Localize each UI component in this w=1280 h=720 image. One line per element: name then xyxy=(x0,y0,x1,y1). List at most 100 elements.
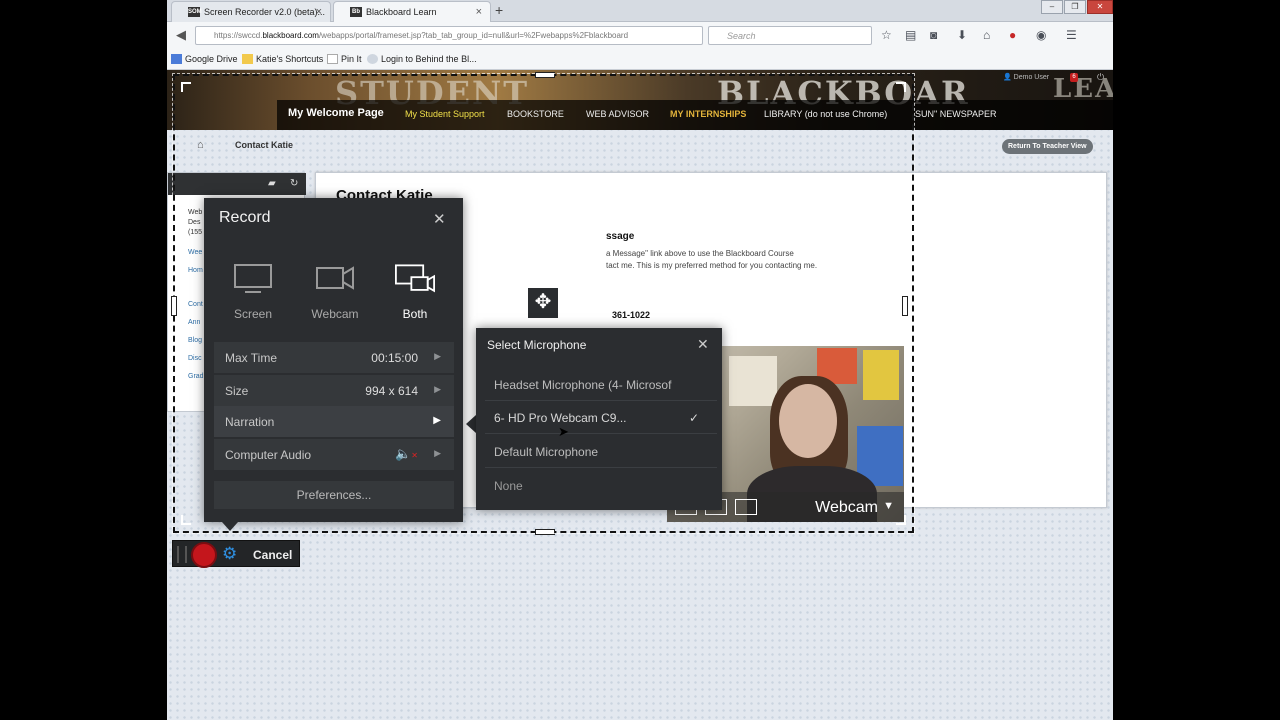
tab-close-icon[interactable]: × xyxy=(476,6,482,18)
restore-icon[interactable]: ❐ xyxy=(1064,0,1086,14)
bookmark-google-drive[interactable]: Google Drive xyxy=(171,54,238,64)
extension-icon[interactable]: ◉ xyxy=(1036,28,1046,42)
tab-blackboard-learn[interactable]: Bb Blackboard Learn × xyxy=(333,1,491,22)
user-menu[interactable]: 👤 Demo User xyxy=(1003,73,1049,81)
mode-screen[interactable]: Screen xyxy=(213,242,293,322)
corner-handle[interactable] xyxy=(181,82,191,92)
bookmark-label: Google Drive xyxy=(185,54,238,64)
minimize-icon[interactable]: – xyxy=(1041,0,1063,14)
menu-sun-newspaper[interactable]: SUN" NEWSPAPER xyxy=(915,109,997,119)
bookmark-label: Login to Behind the Bl... xyxy=(381,54,477,64)
corner-handle[interactable] xyxy=(896,82,906,92)
bookmark-pin-it[interactable]: Pin It xyxy=(327,54,362,64)
mic-option-label: Default Microphone xyxy=(494,445,599,459)
reading-list-icon[interactable]: ▤ xyxy=(905,28,916,42)
search-placeholder: Search xyxy=(727,31,756,41)
select-microphone-popup: Select Microphone ✕ Headset Microphone (… xyxy=(476,328,722,510)
setting-label: Max Time xyxy=(225,351,278,365)
bookmark-label: Katie's Shortcuts xyxy=(256,54,324,64)
size-setting[interactable]: Size 994 x 614 ▶ xyxy=(214,375,454,406)
folder-icon xyxy=(242,54,253,64)
mic-popup-pointer xyxy=(466,415,476,433)
tab-label: Screen Recorder v2.0 (beta)... xyxy=(204,7,326,17)
browser-navbar: ◀ https://swccd.blackboard.com/webapps/p… xyxy=(167,22,1113,49)
mode-webcam[interactable]: Webcam xyxy=(295,242,375,322)
window-close-icon[interactable]: ✕ xyxy=(1087,0,1113,14)
url-bar[interactable]: https://swccd.blackboard.com/webapps/por… xyxy=(195,26,703,45)
browser-tabbar: SOM Screen Recorder v2.0 (beta)... × Bb … xyxy=(167,0,1113,22)
cancel-button[interactable]: Cancel xyxy=(253,548,292,562)
setting-value: 994 x 614 xyxy=(365,384,418,398)
recorder-controls: ⚙ Cancel xyxy=(172,540,300,568)
speaker-muted-icon: 🔈✕ xyxy=(395,446,418,461)
url-path: /webapps/portal/frameset.jsp?tab_tab_gro… xyxy=(318,31,629,40)
mode-both[interactable]: Both xyxy=(375,242,455,322)
gear-icon[interactable]: ⚙ xyxy=(222,544,237,564)
screen-and-webcam-icon xyxy=(395,264,435,293)
resize-handle-bottom[interactable] xyxy=(535,529,555,535)
max-time-setting[interactable]: Max Time 00:15:00 ▶ xyxy=(214,342,454,373)
mic-option-hd-pro-webcam[interactable]: 6- HD Pro Webcam C9... ✓ xyxy=(485,401,717,434)
close-icon[interactable]: ✕ xyxy=(697,336,709,353)
url-prefix: https://swccd. xyxy=(214,31,263,40)
chevron-right-icon: ▶ xyxy=(434,448,441,458)
mode-label: Screen xyxy=(233,307,273,321)
new-tab-icon[interactable]: + xyxy=(495,2,503,18)
setting-label: Size xyxy=(225,384,249,398)
page-icon xyxy=(327,54,338,64)
resize-handle-left[interactable] xyxy=(171,296,177,316)
pinterest-icon[interactable]: ● xyxy=(1009,28,1016,42)
chevron-right-icon: ▶ xyxy=(434,384,441,394)
mic-option-default[interactable]: Default Microphone xyxy=(485,435,717,468)
narration-setting[interactable]: Narration ▶ xyxy=(214,406,454,437)
layout-icon[interactable] xyxy=(735,499,757,515)
return-to-teacher-view-button[interactable]: Return To Teacher View xyxy=(1002,139,1093,154)
bookmark-katies-shortcuts[interactable]: Katie's Shortcuts xyxy=(242,54,323,64)
record-panel-pointer xyxy=(222,522,238,531)
pocket-icon[interactable]: ◙ xyxy=(930,28,937,42)
computer-audio-setting[interactable]: Computer Audio 🔈✕ ▶ xyxy=(214,439,454,470)
blackboard-favicon-icon: Bb xyxy=(350,7,362,17)
monitor-icon xyxy=(234,264,272,293)
star-icon[interactable]: ☆ xyxy=(881,28,892,42)
download-icon[interactable]: ⬇ xyxy=(957,28,967,42)
video-camera-icon xyxy=(316,266,354,290)
record-panel-title: Record xyxy=(219,209,271,226)
wall-art xyxy=(729,356,777,406)
bookmark-label: Pin It xyxy=(341,54,362,64)
mode-label: Both xyxy=(402,307,428,321)
bookmark-login-behind[interactable]: Login to Behind the Bl... xyxy=(367,54,477,64)
home-icon[interactable]: ⌂ xyxy=(983,28,990,42)
tab-label: Blackboard Learn xyxy=(366,7,437,17)
checkmark-icon: ✓ xyxy=(688,411,699,425)
back-icon[interactable]: ◀ xyxy=(176,27,186,43)
user-name: Demo User xyxy=(1013,74,1050,81)
search-input[interactable]: Search xyxy=(708,26,872,45)
mic-option-headset[interactable]: Headset Microphone (4- Microsof xyxy=(485,368,717,401)
tab-close-icon[interactable]: × xyxy=(316,6,322,18)
resize-handle-right[interactable] xyxy=(902,296,908,316)
tab-screen-recorder[interactable]: SOM Screen Recorder v2.0 (beta)... × xyxy=(171,1,331,22)
chevron-down-icon[interactable]: ▼ xyxy=(883,500,894,512)
drag-grip-icon[interactable] xyxy=(177,546,187,563)
google-drive-icon xyxy=(171,54,182,64)
mode-label: Webcam xyxy=(311,307,359,321)
preferences-button[interactable]: Preferences... xyxy=(214,481,454,509)
url-domain: blackboard.com xyxy=(262,31,319,40)
power-icon[interactable]: ⏻ xyxy=(1097,72,1104,83)
notification-badge[interactable]: 6 xyxy=(1070,73,1078,82)
cloud-icon xyxy=(367,54,378,64)
mic-option-label: 6- HD Pro Webcam C9... xyxy=(494,411,627,425)
close-icon[interactable]: ✕ xyxy=(433,210,446,228)
menu-icon[interactable]: ☰ xyxy=(1066,28,1077,42)
corner-handle[interactable] xyxy=(181,515,191,525)
setting-value: 00:15:00 xyxy=(371,351,418,365)
record-button[interactable] xyxy=(191,542,217,568)
mouse-cursor-icon: ➤ xyxy=(558,424,569,439)
resize-handle-top[interactable] xyxy=(535,72,555,78)
setting-label: Narration xyxy=(225,415,275,429)
setting-label: Computer Audio xyxy=(225,448,312,462)
mic-option-none[interactable]: None xyxy=(485,469,717,502)
webcam-source-label[interactable]: Webcam xyxy=(815,499,878,517)
move-region-icon[interactable]: ✥ xyxy=(528,288,558,318)
